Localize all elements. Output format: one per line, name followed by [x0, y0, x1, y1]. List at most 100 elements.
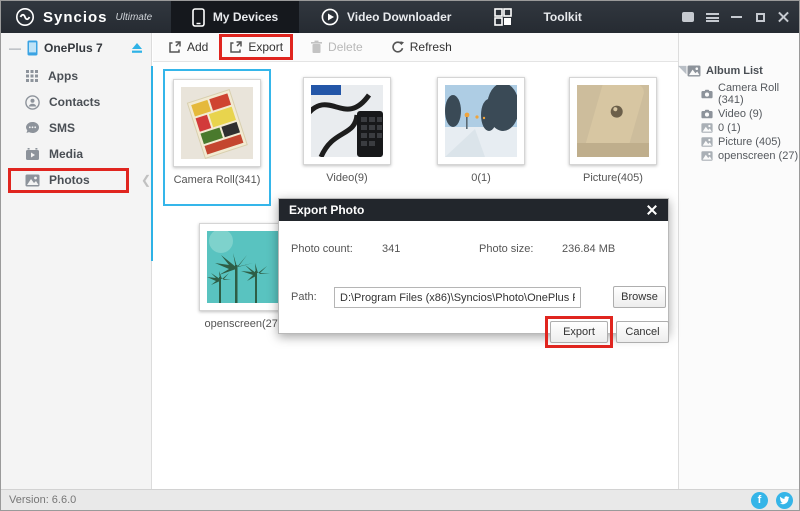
- browse-button[interactable]: Browse: [613, 286, 666, 308]
- annotation-box-dialog-export: Export: [545, 316, 613, 348]
- album-list-title: Album List: [706, 65, 763, 77]
- album-card-0[interactable]: 0(1): [427, 77, 535, 184]
- album-card-video[interactable]: Video(9): [293, 77, 401, 184]
- add-icon: [168, 40, 182, 54]
- album-thumbnail: [173, 79, 261, 167]
- cancel-button[interactable]: Cancel: [616, 321, 669, 343]
- add-label: Add: [187, 40, 209, 54]
- album-label: Camera Roll(341): [173, 174, 261, 186]
- annotation-box-toolbar-export: Export: [219, 34, 294, 60]
- panel-collapse-chevron-icon[interactable]: ◥: [678, 63, 686, 76]
- refresh-label: Refresh: [409, 40, 452, 54]
- topbar: Syncios Ultimate My Devices Video Downlo…: [1, 1, 799, 33]
- photo-size-label: Photo size:: [479, 243, 534, 255]
- media-icon: [25, 147, 40, 161]
- album-thumbnail: [569, 77, 657, 165]
- album-list-item-openscreen[interactable]: openscreen (27): [679, 149, 799, 163]
- album-thumbnail: [437, 77, 525, 165]
- album-label: Video(9): [326, 172, 368, 184]
- sidebar-item-contacts[interactable]: Contacts: [1, 89, 151, 115]
- dialog-titlebar: Export Photo: [279, 199, 668, 221]
- album-thumbnail: [199, 223, 287, 311]
- album-list-label: openscreen (27): [718, 150, 799, 162]
- maximize-button[interactable]: [753, 10, 767, 24]
- tab-my-devices[interactable]: My Devices: [171, 1, 299, 33]
- album-list-label: Video (9): [718, 108, 763, 120]
- album-list-label: Camera Roll (341): [718, 82, 780, 106]
- window-controls: [681, 1, 791, 33]
- album-list-label: 0 (1): [718, 122, 741, 134]
- device-name: OnePlus 7: [44, 41, 103, 55]
- phone-icon: [192, 7, 205, 27]
- social-links: f: [751, 491, 793, 509]
- sms-icon: [25, 121, 40, 135]
- sidebar-item-label: Photos: [49, 173, 90, 187]
- minimize-button[interactable]: [729, 10, 743, 24]
- sidebar-item-media[interactable]: Media: [1, 141, 151, 167]
- syncios-window: Syncios Ultimate My Devices Video Downlo…: [0, 0, 800, 511]
- brand-edition: Ultimate: [115, 11, 153, 23]
- delete-button: Delete: [303, 37, 370, 57]
- path-input[interactable]: [334, 287, 581, 308]
- album-card-camera-roll[interactable]: Camera Roll(341): [163, 69, 271, 206]
- album-list-item-0[interactable]: 0 (1): [679, 121, 799, 135]
- album-list-item-video[interactable]: Video (9): [679, 107, 799, 121]
- album-list-item-camera-roll[interactable]: Camera Roll (341): [679, 81, 799, 107]
- facebook-icon[interactable]: f: [751, 491, 768, 509]
- tab-label: Video Downloader: [347, 10, 452, 24]
- add-button[interactable]: Add: [161, 37, 215, 57]
- camera-icon: [701, 88, 713, 100]
- device-sidebar: — OnePlus 7 Apps Contacts SMS Media Phot…: [1, 33, 152, 489]
- sidebar-item-label: Media: [49, 147, 84, 161]
- toolkit-grid-icon: [493, 7, 513, 27]
- statusbar: Version: 6.6.0 f: [1, 489, 799, 510]
- refresh-icon: [391, 40, 405, 54]
- trash-icon: [310, 40, 323, 54]
- album-card-picture[interactable]: Picture(405): [559, 77, 667, 184]
- album-label: Picture(405): [583, 172, 643, 184]
- photo-count-value: 341: [382, 243, 401, 255]
- photos-toolbar: Add Export Delete Refresh: [153, 33, 678, 62]
- device-row[interactable]: — OnePlus 7: [1, 33, 151, 63]
- syncios-logo-icon: [15, 7, 35, 27]
- album-list-icon: [687, 65, 701, 77]
- sidebar-item-label: SMS: [49, 121, 76, 135]
- album-thumbnail: [303, 77, 391, 165]
- album-label: openscreen(27): [204, 318, 282, 330]
- feedback-icon[interactable]: [681, 10, 695, 24]
- path-label: Path:: [291, 291, 317, 303]
- photo-size-value: 236.84 MB: [562, 243, 616, 255]
- dialog-title: Export Photo: [289, 203, 365, 217]
- photos-icon: [25, 174, 40, 187]
- export-button[interactable]: Export: [222, 37, 290, 57]
- close-button[interactable]: [777, 10, 791, 24]
- dialog-body: Photo count: 341 Photo size: 236.84 MB P…: [279, 221, 669, 348]
- tab-label: My Devices: [212, 10, 279, 24]
- twitter-icon[interactable]: [776, 491, 793, 509]
- sidebar-item-sms[interactable]: SMS: [1, 115, 151, 141]
- sidebar-item-label: Contacts: [49, 95, 101, 109]
- sidebar-item-label: Apps: [48, 69, 78, 83]
- album-list-label: Picture (405): [718, 136, 781, 148]
- eject-icon[interactable]: [131, 42, 143, 54]
- sidebar-item-apps[interactable]: Apps: [1, 63, 151, 89]
- dialog-export-button[interactable]: Export: [550, 321, 608, 343]
- export-label: Export: [248, 40, 284, 54]
- album-list-panel: ◥ Album List Camera Roll (341) Video (9)…: [678, 33, 799, 489]
- menu-icon[interactable]: [705, 10, 719, 24]
- refresh-button[interactable]: Refresh: [384, 37, 459, 57]
- tab-label: Toolkit: [543, 10, 582, 24]
- export-icon: [229, 40, 243, 54]
- tab-toolkit[interactable]: Toolkit: [475, 1, 599, 33]
- tab-video-downloader[interactable]: Video Downloader: [303, 1, 469, 33]
- sidebar-collapse-chevron-icon[interactable]: ❮: [141, 173, 151, 187]
- sidebar-item-photos[interactable]: Photos: [1, 167, 151, 193]
- album-list-header: Album List: [679, 33, 799, 81]
- export-photo-dialog: Export Photo Photo count: 341 Photo size…: [278, 198, 669, 348]
- device-phone-icon: [27, 40, 38, 56]
- brand: Syncios Ultimate: [1, 7, 171, 27]
- album-list-item-picture[interactable]: Picture (405): [679, 135, 799, 149]
- dialog-close-icon[interactable]: [646, 204, 658, 216]
- delete-label: Delete: [328, 40, 363, 54]
- collapse-icon[interactable]: —: [9, 41, 21, 55]
